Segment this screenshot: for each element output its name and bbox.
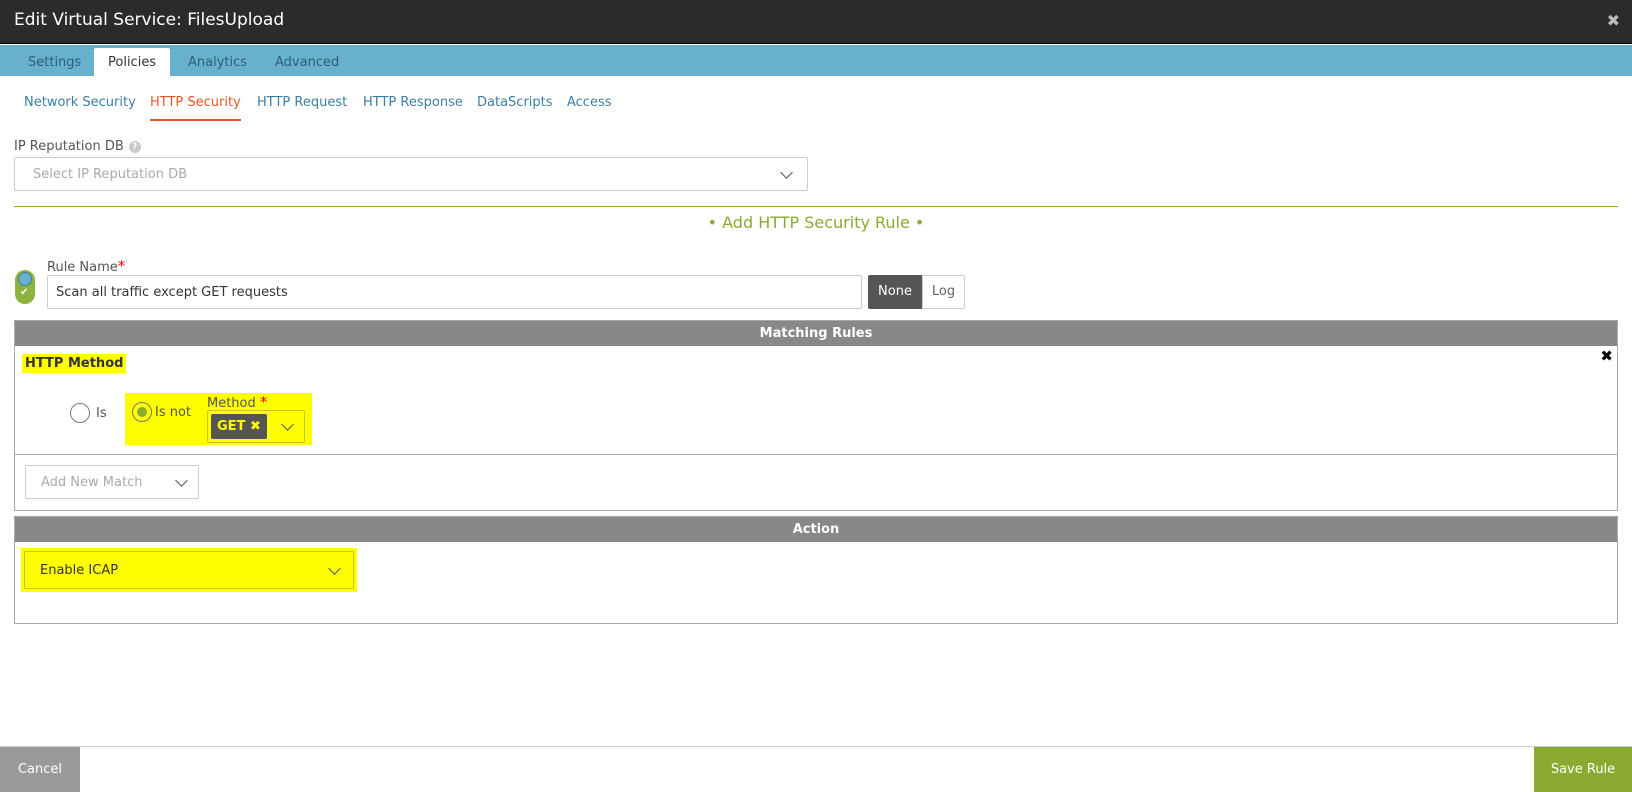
remove-match-icon[interactable]: ✖ — [1600, 347, 1613, 365]
rule-name-label-text: Rule Name — [47, 260, 118, 275]
question-icon[interactable]: ? — [128, 140, 141, 153]
action-value: Enable ICAP — [40, 563, 119, 578]
subtab-network-security[interactable]: Network Security — [24, 95, 136, 121]
rule-divider — [14, 206, 1618, 207]
http-method-title: HTTP Method — [22, 354, 127, 373]
save-rule-button[interactable]: Save Rule — [1534, 747, 1632, 792]
rule-name-label: Rule Name* — [47, 257, 125, 275]
toggle-knob — [18, 272, 32, 286]
add-new-match-placeholder: Add New Match — [41, 475, 143, 490]
action-header: Action — [15, 517, 1617, 542]
tab-policies[interactable]: Policies — [94, 48, 171, 76]
action-select[interactable]: Enable ICAP — [24, 551, 354, 589]
chevron-down-icon — [175, 474, 188, 487]
subtab-datascripts[interactable]: DataScripts — [477, 95, 553, 121]
title-bar: Edit Virtual Service: FilesUpload ✖ — [0, 0, 1632, 44]
tab-advanced[interactable]: Advanced — [261, 48, 353, 76]
subtab-access[interactable]: Access — [567, 95, 612, 121]
tab-analytics[interactable]: Analytics — [174, 48, 261, 76]
log-none-button[interactable]: None — [868, 275, 922, 309]
matching-rules-panel: Matching Rules HTTP Method ✖ Is Is not M… — [14, 320, 1618, 511]
radio-is-not[interactable] — [132, 402, 152, 422]
log-button[interactable]: Log — [922, 275, 965, 309]
check-icon: ✔ — [20, 287, 29, 298]
match-divider — [15, 454, 1617, 455]
action-panel: Action Enable ICAP — [14, 516, 1618, 624]
ip-reputation-label: IP Reputation DB? — [14, 139, 141, 154]
radio-selected-dot — [137, 407, 147, 417]
required-mark: * — [259, 393, 268, 411]
radio-is[interactable] — [70, 403, 90, 423]
radio-is-not-label: Is not — [155, 405, 192, 420]
window-title: Edit Virtual Service: FilesUpload — [14, 10, 285, 30]
subtab-http-response[interactable]: HTTP Response — [363, 95, 463, 121]
matching-rules-header: Matching Rules — [15, 321, 1617, 346]
required-mark: * — [117, 257, 126, 275]
tab-settings[interactable]: Settings — [14, 48, 95, 76]
method-select[interactable]: GET ✖ — [207, 410, 305, 443]
method-label: Method * — [207, 393, 267, 411]
action-highlight: Enable ICAP — [21, 548, 357, 592]
is-not-method-group: Is not Method * GET ✖ — [125, 393, 312, 445]
tab-bar: Settings Policies Analytics Advanced — [0, 45, 1632, 76]
rule-header: • Add HTTP Security Rule • — [707, 213, 925, 232]
method-label-text: Method — [207, 396, 256, 411]
cancel-button[interactable]: Cancel — [0, 747, 80, 792]
subtab-http-request[interactable]: HTTP Request — [257, 95, 347, 121]
ip-reputation-select[interactable]: Select IP Reputation DB — [14, 157, 808, 191]
radio-is-label: Is — [96, 406, 107, 421]
subtab-http-security[interactable]: HTTP Security — [150, 95, 241, 121]
method-tag-get[interactable]: GET ✖ — [211, 414, 267, 439]
chevron-down-icon — [780, 166, 793, 179]
chevron-down-icon — [281, 418, 294, 431]
footer: Cancel Save Rule — [0, 746, 1632, 792]
rule-name-input[interactable] — [47, 275, 862, 309]
add-new-match-select[interactable]: Add New Match — [25, 465, 199, 499]
close-icon[interactable]: ✖ — [1607, 11, 1620, 30]
rule-enable-toggle[interactable]: ✔ — [15, 270, 35, 304]
ip-reputation-label-text: IP Reputation DB — [14, 139, 124, 154]
chevron-down-icon — [328, 562, 341, 575]
ip-reputation-placeholder: Select IP Reputation DB — [33, 167, 188, 182]
